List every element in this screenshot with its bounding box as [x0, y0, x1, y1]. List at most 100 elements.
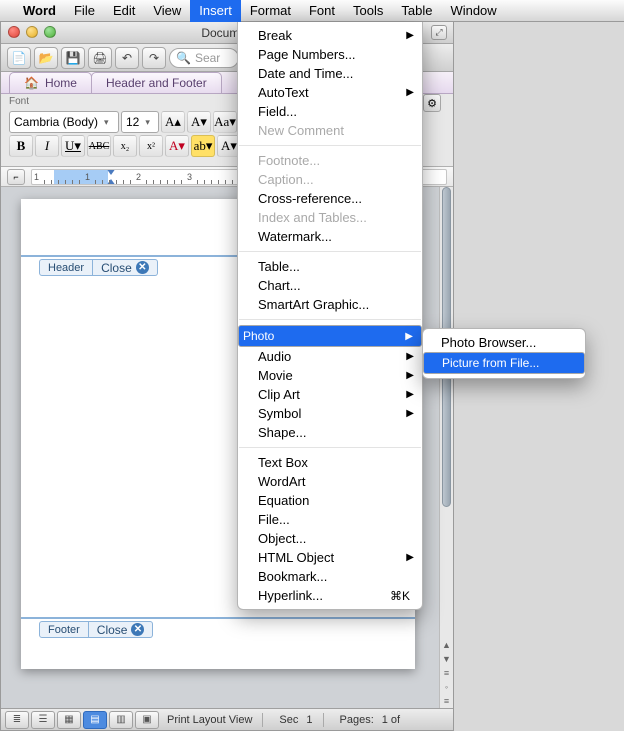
font-group: Font Cambria (Body)▾ 12▾ A▴ A▾ Aa▾ A⃠ B …	[1, 94, 270, 166]
menu-item[interactable]: Photo▶	[238, 325, 422, 347]
prev-page-icon[interactable]: ≡	[440, 666, 453, 680]
close-window-button[interactable]	[8, 26, 20, 38]
strikethrough-button[interactable]: ABC	[87, 135, 111, 157]
open-button[interactable]: 📂	[34, 47, 58, 69]
menu-item[interactable]: Bookmark...	[238, 567, 422, 586]
tab-stop-selector[interactable]: ⌐	[7, 169, 25, 185]
menubar-tools[interactable]: Tools	[344, 0, 392, 22]
footer-close-button[interactable]: Close✕	[89, 621, 154, 638]
shrink-font-button[interactable]: A▾	[187, 111, 211, 133]
close-label: Close	[101, 261, 132, 275]
menu-item[interactable]: Hyperlink...⌘K	[238, 586, 422, 605]
menu-item[interactable]: WordArt	[238, 472, 422, 491]
menubar-file[interactable]: File	[65, 0, 104, 22]
tab-home[interactable]: 🏠 Home	[9, 72, 92, 93]
close-label: Close	[97, 623, 128, 637]
italic-button[interactable]: I	[35, 135, 59, 157]
menu-item[interactable]: Shape...	[238, 423, 422, 442]
menu-item[interactable]: HTML Object▶	[238, 548, 422, 567]
underline-button[interactable]: U▾	[61, 135, 85, 157]
redo-button[interactable]: ↷	[142, 47, 166, 69]
menu-item[interactable]: Object...	[238, 529, 422, 548]
pages-value: 1 of	[382, 714, 400, 726]
menu-item[interactable]: Equation	[238, 491, 422, 510]
minimize-window-button[interactable]	[26, 26, 38, 38]
menu-item[interactable]: Break▶	[238, 26, 422, 45]
tab-home-label: Home	[45, 76, 77, 90]
search-field[interactable]: 🔍 Sear	[169, 48, 239, 68]
tab-header-footer[interactable]: Header and Footer	[91, 72, 222, 93]
menu-item: Caption...	[238, 170, 422, 189]
menubar-app[interactable]: Word	[14, 0, 65, 22]
menubar-view[interactable]: View	[144, 0, 190, 22]
menu-item[interactable]: Chart...	[238, 276, 422, 295]
highlight-button[interactable]: ab▾	[191, 135, 215, 157]
browse-object-icon[interactable]: ◦	[440, 680, 453, 694]
menubar-window[interactable]: Window	[441, 0, 505, 22]
menu-item[interactable]: Field...	[238, 102, 422, 121]
focus-view-button[interactable]: ▣	[135, 711, 159, 729]
font-size-value: 12	[126, 115, 139, 129]
menu-item: New Comment	[238, 121, 422, 140]
close-icon: ✕	[131, 623, 144, 636]
menu-item[interactable]: Table...	[238, 257, 422, 276]
home-icon: 🏠	[24, 76, 39, 90]
save-button[interactable]: 💾	[61, 47, 85, 69]
footer-label: Footer	[39, 621, 89, 638]
search-placeholder: Sear	[195, 51, 220, 65]
menu-item[interactable]: File...	[238, 510, 422, 529]
traffic-lights	[8, 26, 56, 38]
menu-item[interactable]: Date and Time...	[238, 64, 422, 83]
insert-menu: Break▶Page Numbers...Date and Time...Aut…	[237, 22, 423, 610]
menu-item[interactable]: Movie▶	[238, 366, 422, 385]
font-name-select[interactable]: Cambria (Body)▾	[9, 111, 119, 133]
submenu-item[interactable]: Photo Browser...	[423, 333, 585, 352]
zoom-window-button[interactable]	[44, 26, 56, 38]
menu-item[interactable]: Cross-reference...	[238, 189, 422, 208]
grow-font-button[interactable]: A▴	[161, 111, 185, 133]
menubar-insert[interactable]: Insert	[190, 0, 241, 22]
header-tag: Header Close✕	[39, 259, 158, 276]
pages-label: Pages:	[340, 714, 374, 726]
menu-item[interactable]: AutoText▶	[238, 83, 422, 102]
menu-item[interactable]: Symbol▶	[238, 404, 422, 423]
menu-item[interactable]: Page Numbers...	[238, 45, 422, 64]
menubar-font[interactable]: Font	[300, 0, 344, 22]
new-doc-button[interactable]: 📄	[7, 47, 31, 69]
font-group-label: Font	[9, 96, 263, 109]
notebook-view-button[interactable]: ▥	[109, 711, 133, 729]
footer-boundary	[21, 617, 415, 619]
ribbon-settings-button[interactable]: ⚙	[423, 94, 441, 112]
subscript-button[interactable]: x₂	[113, 135, 137, 157]
print-button[interactable]: 🖨	[88, 47, 112, 69]
next-page-icon[interactable]: ≡	[440, 694, 453, 708]
menubar-edit[interactable]: Edit	[104, 0, 144, 22]
font-color-button[interactable]: A▾	[165, 135, 189, 157]
font-size-select[interactable]: 12▾	[121, 111, 159, 133]
menu-item[interactable]: Audio▶	[238, 347, 422, 366]
menu-item[interactable]: Clip Art▶	[238, 385, 422, 404]
outline-view-button[interactable]: ☰	[31, 711, 55, 729]
vertical-scrollbar[interactable]: ▲ ▼ ≡ ◦ ≡	[439, 187, 453, 708]
footer-tag: Footer Close✕	[39, 621, 153, 638]
menubar-format[interactable]: Format	[241, 0, 300, 22]
submenu-item[interactable]: Picture from File...	[423, 352, 585, 374]
bold-button[interactable]: B	[9, 135, 33, 157]
publishing-view-button[interactable]: ▦	[57, 711, 81, 729]
fullscreen-button[interactable]: ⤢	[431, 25, 447, 40]
menubar-table[interactable]: Table	[392, 0, 441, 22]
scroll-down-icon[interactable]: ▼	[440, 652, 453, 666]
change-case-button[interactable]: Aa▾	[213, 111, 237, 133]
search-icon: 🔍	[176, 51, 191, 65]
mac-menubar: Word File Edit View Insert Format Font T…	[0, 0, 624, 22]
menu-item[interactable]: Watermark...	[238, 227, 422, 246]
menu-item[interactable]: SmartArt Graphic...	[238, 295, 422, 314]
header-close-button[interactable]: Close✕	[93, 259, 158, 276]
scroll-up-icon[interactable]: ▲	[440, 638, 453, 652]
print-layout-view-button[interactable]: ▤	[83, 711, 107, 729]
undo-button[interactable]: ↶	[115, 47, 139, 69]
header-label: Header	[39, 259, 93, 276]
menu-item[interactable]: Text Box	[238, 453, 422, 472]
superscript-button[interactable]: x²	[139, 135, 163, 157]
draft-view-button[interactable]: ≣	[5, 711, 29, 729]
